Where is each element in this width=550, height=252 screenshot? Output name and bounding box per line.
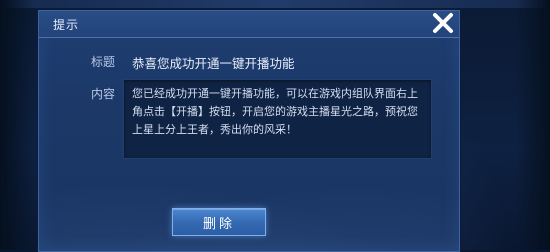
close-icon <box>433 13 453 33</box>
subject-value: 恭喜您成功开通一键开播功能 <box>132 56 295 71</box>
background-right-shade <box>516 0 550 250</box>
background-left-shade <box>0 0 34 250</box>
close-button[interactable] <box>428 8 458 38</box>
content-label: 内容 <box>91 87 116 101</box>
subject-label: 标题 <box>91 55 116 69</box>
content-box: 您已经成功开通一键开播功能，可以在游戏内组队界面右上角点击【开播】按钮，开启您的… <box>123 79 432 159</box>
dialog-title-bar: 提示 <box>39 11 459 38</box>
dialog-title: 提示 <box>53 18 80 32</box>
content-text: 您已经成功开通一键开播功能，可以在游戏内组队界面右上角点击【开播】按钮，开启您的… <box>132 87 418 136</box>
delete-button[interactable]: 删除 <box>172 208 266 236</box>
background-top-band <box>0 0 550 8</box>
